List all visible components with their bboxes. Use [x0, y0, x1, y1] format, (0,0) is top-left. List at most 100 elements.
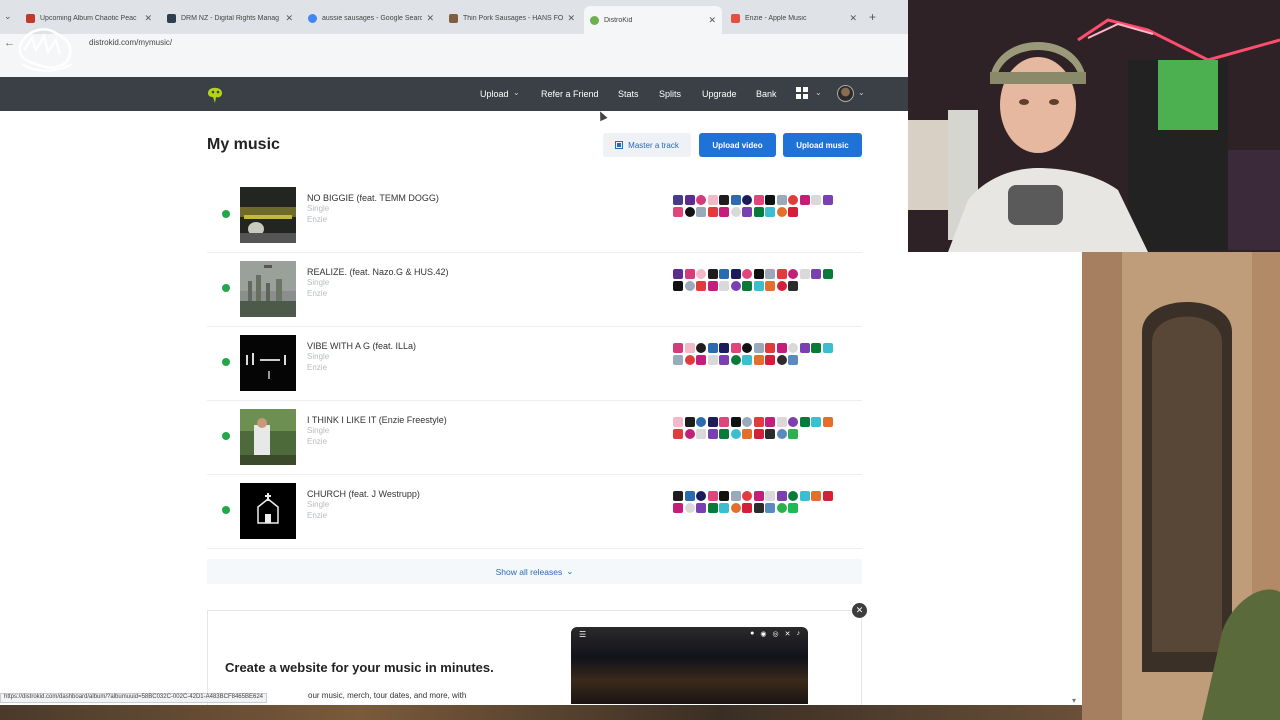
store-logo-icon — [788, 355, 798, 365]
store-logo-icon — [765, 281, 775, 291]
release-row[interactable]: NO BIGGIE (feat. TEMM DOGG) Single Enzie — [207, 180, 862, 253]
store-logo-icon — [696, 343, 706, 353]
store-logo-icon — [730, 417, 741, 427]
store-logo-icon — [707, 417, 718, 427]
store-logo-icon — [776, 429, 787, 439]
master-track-button[interactable]: Master a track — [603, 133, 691, 157]
chevron-down-icon[interactable]: ⌄ — [513, 88, 520, 97]
release-artwork[interactable] — [240, 483, 296, 539]
store-logo-icon — [742, 207, 752, 217]
store-logo-icon — [696, 429, 706, 439]
nav-upload[interactable]: Upload — [480, 89, 509, 99]
store-logo-icon — [765, 207, 775, 217]
store-logo-icon — [673, 503, 683, 513]
browser-tab[interactable]: DRM NZ - Digital Rights Manag ✕ — [161, 8, 299, 28]
browser-tab-active[interactable]: DistroKid ✕ — [584, 6, 722, 34]
release-type: Single — [307, 204, 330, 213]
chevron-down-icon: ⌄ — [566, 566, 574, 576]
store-logo-icon — [742, 417, 752, 427]
nav-bank[interactable]: Bank — [756, 89, 777, 99]
store-logo-icon — [707, 343, 718, 353]
new-tab-icon[interactable]: + — [869, 10, 876, 24]
chevron-down-icon[interactable]: ⌄ — [815, 88, 822, 97]
show-all-releases-link[interactable]: Show all releases ⌄ — [207, 559, 862, 584]
store-logo-icon — [730, 355, 741, 365]
store-logo-icon — [776, 417, 787, 427]
nav-stats[interactable]: Stats — [618, 89, 639, 99]
store-logo-icon — [742, 343, 752, 353]
tab-close-icon[interactable]: ✕ — [849, 13, 857, 24]
promo-body: our music, merch, tour dates, and more, … — [308, 691, 467, 700]
release-row[interactable]: REALIZE. (feat. Nazo.G & HUS.42) Single … — [207, 254, 862, 327]
store-logo-icon — [719, 491, 729, 501]
release-artwork[interactable] — [240, 261, 296, 317]
store-logo-icon — [788, 503, 798, 513]
nav-refer-a-friend[interactable]: Refer a Friend — [541, 89, 599, 99]
tab-close-icon[interactable]: ✕ — [567, 13, 575, 24]
release-title[interactable]: I THINK I LIKE IT (Enzie Freestyle) — [307, 415, 447, 425]
store-logo-icon — [696, 195, 706, 205]
store-logo-icon — [730, 269, 741, 279]
upload-video-button[interactable]: Upload video — [699, 133, 776, 157]
store-logo-icon — [765, 355, 775, 365]
instagram-icon: ◎ — [772, 631, 779, 638]
release-row[interactable]: VIBE WITH A G (feat. ILLa) Single Enzie — [207, 328, 862, 401]
background-photo — [1082, 252, 1280, 720]
store-logo-icon — [776, 281, 787, 291]
apps-grid-icon[interactable] — [796, 87, 808, 99]
release-artwork[interactable] — [240, 409, 296, 465]
store-icon-row — [673, 503, 853, 515]
release-artwork[interactable] — [240, 187, 296, 243]
tab-close-icon[interactable]: ✕ — [708, 15, 716, 26]
release-title[interactable]: VIBE WITH A G (feat. ILLa) — [307, 341, 416, 351]
store-logo-icon — [707, 355, 718, 365]
store-logo-icon — [673, 491, 683, 501]
browser-tab[interactable]: aussie sausages - Google Searc ✕ — [302, 8, 440, 28]
store-logo-icon — [753, 269, 764, 279]
upload-music-button[interactable]: Upload music — [783, 133, 862, 157]
store-logo-icon — [742, 195, 752, 205]
close-icon[interactable]: ✕ — [852, 603, 867, 618]
tab-favicon-icon — [167, 13, 176, 23]
release-row[interactable]: CHURCH (feat. J Westrupp) Single Enzie — [207, 476, 862, 549]
store-logo-icon — [822, 343, 833, 353]
store-icon-row — [673, 207, 853, 219]
store-icon-row — [673, 429, 853, 441]
nav-splits[interactable]: Splits — [659, 89, 681, 99]
store-logo-icon — [684, 355, 695, 365]
release-title[interactable]: REALIZE. (feat. Nazo.G & HUS.42) — [307, 267, 449, 277]
browser-tab[interactable]: Thin Pork Sausages - HANS FO ✕ — [443, 8, 581, 28]
store-logo-icon — [719, 195, 729, 205]
release-row[interactable]: I THINK I LIKE IT (Enzie Freestyle) Sing… — [207, 402, 862, 475]
release-type: Single — [307, 500, 330, 509]
apple-music-icon: ◉ — [760, 631, 767, 638]
store-logo-icon — [696, 355, 706, 365]
chevron-down-icon[interactable]: ⌄ — [858, 88, 865, 97]
store-logo-icon — [707, 269, 718, 279]
tab-close-icon[interactable]: ✕ — [426, 13, 434, 24]
store-logo-icon — [753, 195, 764, 205]
store-logo-icon — [719, 503, 729, 513]
release-title[interactable]: NO BIGGIE (feat. TEMM DOGG) — [307, 193, 439, 203]
browser-tab[interactable]: Enzie - Apple Music ✕ — [725, 8, 863, 28]
url-field[interactable]: distrokid.com/mymusic/ — [89, 38, 172, 47]
distrokid-logo-icon[interactable] — [205, 83, 225, 105]
store-logo-icon — [776, 195, 787, 205]
store-logo-icon — [765, 429, 775, 439]
store-logo-icon — [673, 355, 683, 365]
nav-upgrade[interactable]: Upgrade — [702, 89, 737, 99]
live-status-icon — [222, 284, 230, 292]
avatar[interactable] — [837, 85, 854, 102]
scroll-down-icon[interactable]: ▾ — [1072, 696, 1076, 705]
tab-favicon-icon — [590, 15, 599, 25]
store-logo-icon — [799, 269, 810, 279]
tab-close-icon[interactable]: ✕ — [144, 13, 152, 24]
tab-close-icon[interactable]: ✕ — [285, 13, 293, 24]
release-artwork[interactable] — [240, 335, 296, 391]
store-logo-icon — [753, 429, 764, 439]
store-logo-icon — [788, 491, 798, 501]
store-logo-icon — [742, 491, 752, 501]
tab-search-icon[interactable]: ⌄ — [4, 11, 12, 22]
release-title[interactable]: CHURCH (feat. J Westrupp) — [307, 489, 420, 499]
hamburger-menu-icon: ☰ — [579, 629, 587, 639]
